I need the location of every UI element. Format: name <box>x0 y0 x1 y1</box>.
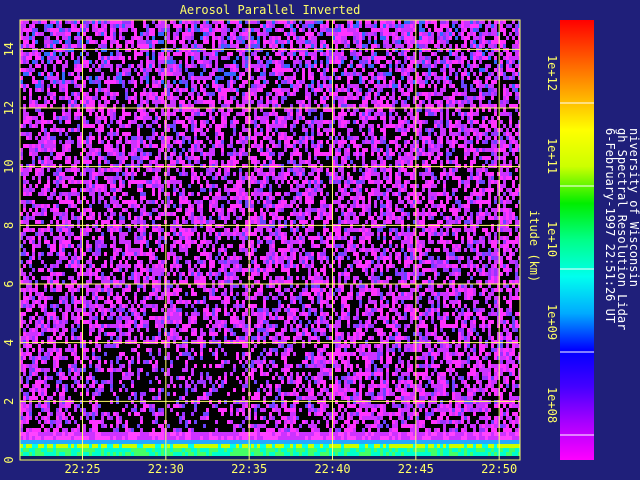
x-axis-ticks: 22:25 22:30 22:35 22:40 22:45 22:50 <box>64 462 517 476</box>
x-tick-label: 22:30 <box>148 462 184 476</box>
x-tick-label: 22:35 <box>231 462 267 476</box>
colorbar <box>560 20 594 460</box>
y-tick-label: 10 <box>2 159 16 173</box>
x-tick-label: 22:45 <box>398 462 434 476</box>
instrument-annotation: 6-February-1997 22:51:26 UT gh Spectral … <box>603 128 640 330</box>
y-tick-label: 2 <box>2 398 16 405</box>
y-tick-label: 4 <box>2 339 16 346</box>
x-tick-label: 22:50 <box>481 462 517 476</box>
colorbar-tick-label: 1e+10 <box>545 221 559 257</box>
heatmap-plot-area <box>20 20 520 460</box>
x-tick-label: 22:25 <box>64 462 100 476</box>
y-tick-label: 8 <box>2 222 16 229</box>
colorbar-tick-label: 1e+09 <box>545 304 559 340</box>
y-tick-label: 12 <box>2 101 16 115</box>
x-tick-label: 22:40 <box>314 462 350 476</box>
colorbar-tick-label: 1e+11 <box>545 138 559 174</box>
chart-title: Aerosol Parallel Inverted <box>180 3 361 17</box>
y-axis-label: itude (km) <box>527 210 541 282</box>
y-tick-label: 14 <box>2 42 16 56</box>
annotation-line-2: gh Spectral Resolution Lidar <box>615 128 629 330</box>
lidar-figure: Aerosol Parallel Inverted 0 2 4 6 8 10 12 14 22… <box>2 3 640 476</box>
colorbar-tick-label: 1e+08 <box>545 387 559 423</box>
y-axis-ticks: 0 2 4 6 8 10 12 14 <box>2 42 16 464</box>
colorbar-tick-label: 1e+12 <box>545 55 559 91</box>
annotation-line-3: niversity of Wisconsin <box>627 128 640 287</box>
annotation-line-1: 6-February-1997 22:51:26 UT <box>603 128 617 323</box>
y-tick-label: 6 <box>2 280 16 287</box>
y-tick-label: 0 <box>2 456 16 463</box>
